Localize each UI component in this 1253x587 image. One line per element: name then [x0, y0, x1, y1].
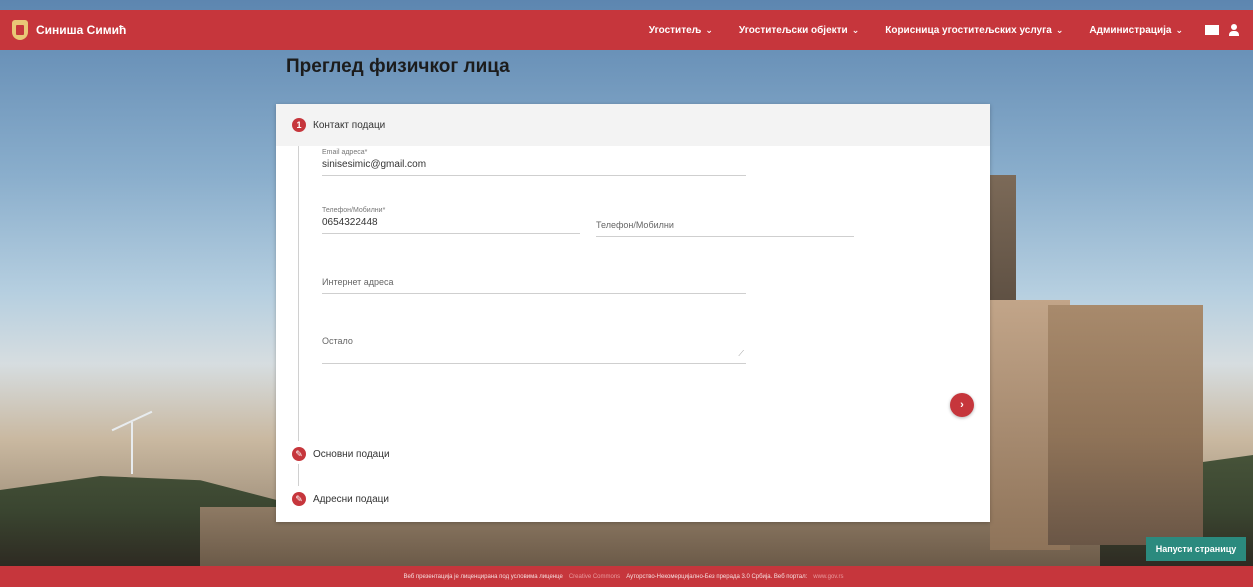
wind-turbine: [131, 422, 133, 474]
step-contact[interactable]: 1 Контакт подаци: [276, 104, 990, 146]
footer-link-cc[interactable]: Creative Commons: [569, 574, 620, 580]
footer-text-2: Ауторство-Некомерцијално-Без прерада 3.0…: [626, 573, 808, 580]
resize-handle-icon[interactable]: ⟋: [738, 349, 744, 359]
pencil-icon: ✎: [292, 492, 306, 506]
top-navbar: Синиша Симић Угоститељ ⌄ Угоститељски об…: [0, 10, 1253, 50]
user-name: Синиша Симић: [36, 23, 127, 37]
other-placeholder: Остало: [322, 336, 353, 346]
background-tower: [988, 175, 1016, 310]
nav-item-administracija[interactable]: Администрација ⌄: [1089, 25, 1183, 36]
phone2-field[interactable]: Телефон/Мобилни: [596, 220, 854, 237]
form-card: 1 Контакт подаци Email адреса* sinisesim…: [276, 104, 990, 522]
nav-item-ugostitelj[interactable]: Угоститељ ⌄: [649, 25, 713, 36]
page-title: Преглед физичког лица: [286, 56, 510, 77]
step-connector: [298, 146, 299, 441]
phone-field[interactable]: Телефон/Мобилни* 0654322448: [322, 207, 580, 234]
chevron-down-icon: ⌄: [1055, 24, 1064, 35]
leave-page-button[interactable]: Напусти страницу: [1146, 537, 1246, 561]
phone-label: Телефон/Мобилни*: [322, 207, 386, 214]
nav-item-label: Администрација: [1089, 24, 1172, 36]
other-textarea[interactable]: Остало ⟋: [322, 336, 746, 364]
nav-item-objekti[interactable]: Угоститељски објекти ⌄: [739, 25, 859, 36]
website-field[interactable]: Интернет адреса: [322, 277, 746, 294]
phone2-placeholder: Телефон/Мобилни: [596, 220, 674, 230]
background-castle: [1048, 305, 1203, 545]
user-icon[interactable]: [1229, 24, 1239, 36]
step-basic[interactable]: ✎ Основни подаци: [276, 433, 990, 475]
footer-link-gov[interactable]: www.gov.rs: [813, 574, 843, 580]
email-value: sinisesimic@gmail.com: [322, 159, 427, 170]
email-label: Email адреса*: [322, 149, 368, 156]
step-number-badge: 1: [292, 118, 306, 132]
nav-item-label: Угоститељ: [648, 24, 702, 36]
step-label: Адресни подаци: [313, 493, 389, 505]
nav-item-korisnici[interactable]: Корисница угоститељских услуга ⌄: [885, 25, 1063, 36]
chevron-down-icon: ⌄: [705, 24, 713, 35]
chevron-down-icon: ⌄: [1175, 24, 1183, 35]
step-address[interactable]: ✎ Адресни подаци: [276, 478, 990, 520]
footer-text: Веб презентација је лиценцирана под усло…: [403, 573, 563, 580]
chevron-down-icon: ⌄: [851, 24, 860, 35]
pencil-icon: ✎: [292, 447, 306, 461]
main-nav: Угоститељ ⌄ Угоститељски објекти ⌄ Корис…: [623, 24, 1239, 36]
website-placeholder: Интернет адреса: [322, 277, 394, 287]
nav-item-label: Угоститељски објекти: [738, 24, 848, 36]
step-label: Основни подаци: [313, 448, 390, 460]
email-field[interactable]: Email адреса* sinisesimic@gmail.com: [322, 149, 746, 176]
nav-item-label: Корисница угоститељских услуга: [885, 24, 1052, 36]
coat-of-arms-icon: [12, 20, 28, 40]
mail-icon[interactable]: [1205, 25, 1219, 35]
footer: Веб презентација је лиценцирана под усло…: [0, 566, 1253, 587]
step-label: Контакт подаци: [313, 119, 386, 131]
next-button[interactable]: ›: [950, 393, 974, 417]
phone-value: 0654322448: [322, 217, 378, 228]
brand[interactable]: Синиша Симић: [12, 20, 126, 40]
